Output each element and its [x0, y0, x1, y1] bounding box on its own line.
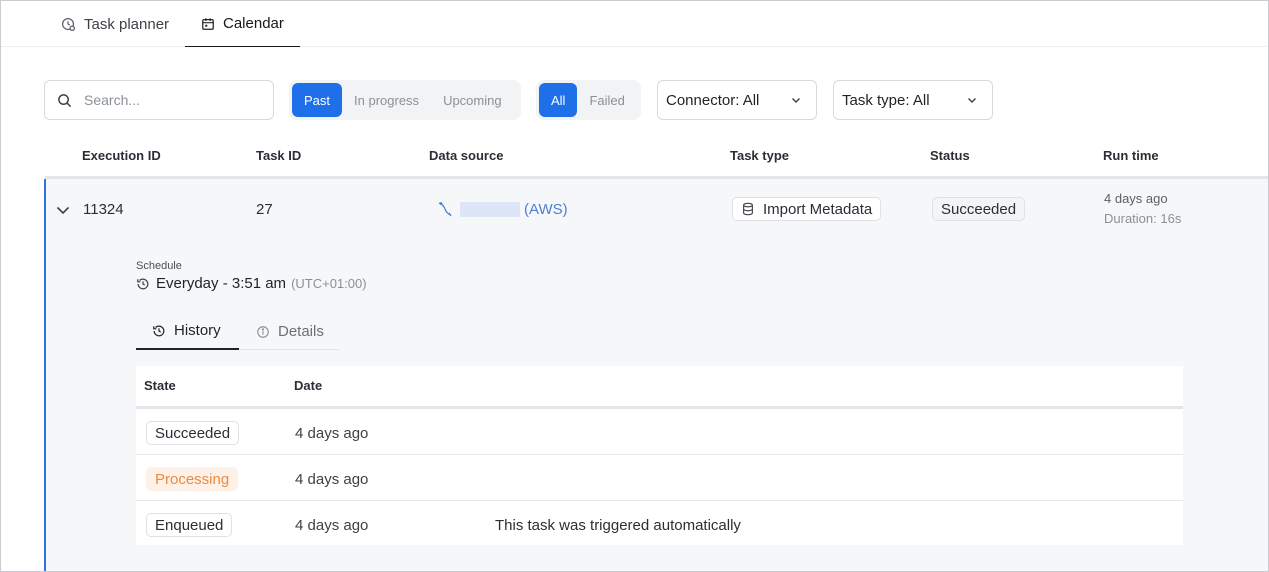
tab-history[interactable]: History [136, 313, 239, 350]
segment-in-progress[interactable]: In progress [342, 83, 431, 117]
task-type-label: Import Metadata [763, 200, 873, 218]
segment-all[interactable]: All [539, 83, 578, 117]
history-row: Processing 4 days ago [136, 455, 1183, 501]
column-header-run-time[interactable]: Run time [1103, 148, 1159, 163]
tab-calendar-label: Calendar [223, 15, 284, 32]
segment-failed[interactable]: Failed [577, 83, 636, 117]
database-connector-icon [438, 202, 452, 217]
status-filter-segment: All Failed [536, 80, 641, 120]
tab-task-planner[interactable]: Task planner [45, 1, 185, 47]
redacted-source-name [460, 201, 520, 217]
schedule-label: Schedule [136, 260, 182, 272]
column-header-date: Date [294, 378, 323, 393]
run-time: 4 days ago [1104, 191, 1168, 206]
status-badge: Succeeded [932, 197, 1026, 221]
top-tabs: Task planner Calendar [1, 1, 1268, 47]
calendar-icon [202, 17, 214, 30]
data-source-link[interactable]: (AWS) [437, 200, 568, 218]
chevron-down-icon[interactable] [55, 202, 71, 218]
search-input[interactable] [84, 92, 254, 108]
history-date: 4 days ago [295, 517, 369, 534]
chevron-down-icon [968, 98, 976, 103]
state-badge-succeeded: Succeeded [146, 421, 240, 445]
history-icon [137, 278, 149, 289]
history-row: Succeeded 4 days ago [136, 409, 1183, 455]
column-header-task-type[interactable]: Task type [730, 148, 789, 163]
chevron-down-icon [792, 98, 800, 103]
clock-gear-icon [61, 17, 76, 31]
info-icon [257, 325, 269, 338]
history-date: 4 days ago [295, 471, 369, 488]
state-badge-processing: Processing [146, 467, 239, 491]
task-type-badge: Import Metadata [732, 197, 882, 221]
tab-details-label: Details [278, 323, 324, 340]
schedule-text: Everyday - 3:51 am [156, 275, 287, 292]
task-type-dropdown[interactable]: Task type: All [833, 80, 993, 120]
column-header-data-source[interactable]: Data source [429, 148, 503, 163]
task-id: 27 [256, 201, 273, 218]
time-filter-segment: Past In progress Upcoming [289, 80, 521, 120]
segment-upcoming[interactable]: Upcoming [431, 83, 514, 117]
database-icon [743, 202, 753, 216]
search-icon [58, 93, 72, 107]
calendar-view: Task planner Calendar Past In progress U… [0, 0, 1269, 572]
connector-dropdown-label: Connector: All [666, 91, 760, 109]
schedule-value: Everyday - 3:51 am (UTC+01:00) [136, 275, 367, 292]
history-row: Enqueued 4 days ago This task was trigge… [136, 501, 1183, 547]
column-header-state: State [144, 378, 176, 393]
connector-dropdown[interactable]: Connector: All [657, 80, 817, 120]
tab-calendar[interactable]: Calendar [185, 1, 300, 47]
tab-task-planner-label: Task planner [84, 15, 170, 33]
task-type-dropdown-label: Task type: All [842, 91, 930, 109]
schedule-timezone: (UTC+01:00) [291, 276, 367, 291]
segment-past[interactable]: Past [292, 83, 343, 117]
execution-id: 11324 [83, 201, 124, 218]
history-note: This task was triggered automatically [495, 517, 741, 534]
duration: Duration: 16s [1104, 211, 1182, 226]
state-badge-enqueued: Enqueued [146, 513, 233, 537]
search-box [44, 80, 274, 120]
column-header-status[interactable]: Status [930, 148, 970, 163]
column-header-task-id[interactable]: Task ID [256, 148, 301, 163]
tab-history-label: History [174, 322, 221, 339]
detail-tabs: History Details [136, 313, 339, 350]
history-table: State Date Succeeded 4 days ago Processi… [136, 366, 1183, 545]
history-date: 4 days ago [295, 425, 369, 442]
data-source-suffix: (AWS) [524, 200, 568, 218]
history-icon [153, 325, 165, 336]
column-header-execution-id[interactable]: Execution ID [82, 148, 161, 163]
table-row-expanded: 11324 27 (AWS) Import Metadata Succeeded… [44, 179, 1268, 571]
tab-details[interactable]: Details [256, 313, 324, 350]
